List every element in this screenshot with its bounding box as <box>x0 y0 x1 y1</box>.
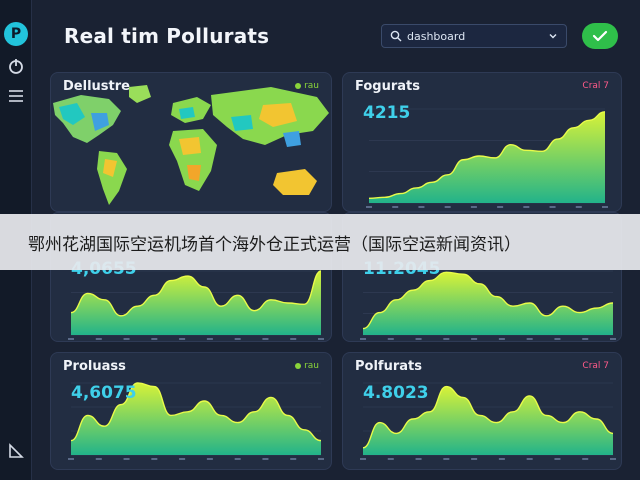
card-tag: Cral 7 <box>582 361 609 371</box>
axis-tick <box>471 458 478 460</box>
chart-card[interactable]: Polfurats Cral 7 4.8023 <box>342 352 622 470</box>
axis-tick <box>610 338 616 340</box>
axis-tick <box>443 458 450 460</box>
card-value: 4215 <box>363 103 411 123</box>
axis-tick <box>470 206 477 208</box>
tag-dot-icon <box>295 362 302 369</box>
axis-tick <box>575 206 582 208</box>
axis-tick <box>95 338 102 340</box>
axis-tick <box>318 338 324 340</box>
axis-tick <box>610 458 616 460</box>
axis-tick <box>290 338 297 340</box>
axis-tick <box>68 338 74 340</box>
search-input[interactable]: dashboard <box>407 30 548 43</box>
axis-tick <box>523 206 530 208</box>
axis-tick <box>498 458 505 460</box>
axis-tick <box>360 458 366 460</box>
axis-tick <box>549 206 556 208</box>
axis-tick <box>123 338 130 340</box>
axis-tick <box>497 206 504 208</box>
axis-tick <box>415 458 422 460</box>
axis-tick <box>387 338 394 340</box>
menu-icon[interactable] <box>7 87 25 105</box>
axis-tick <box>234 338 241 340</box>
axis-tick <box>554 458 561 460</box>
axis-tick <box>151 458 158 460</box>
chevron-down-icon[interactable] <box>548 31 558 41</box>
card-title: Fogurats <box>355 79 420 94</box>
card-tag-label: rau <box>304 361 319 371</box>
chart-corner-icon[interactable] <box>7 442 25 460</box>
axis-tick <box>179 458 186 460</box>
axis-tick <box>262 338 269 340</box>
card-title: Proluass <box>63 359 126 374</box>
axis-tick <box>526 338 533 340</box>
search-box[interactable]: dashboard <box>381 24 567 48</box>
axis-tick <box>151 338 158 340</box>
axis-tick <box>602 206 608 208</box>
confirm-button[interactable] <box>582 23 618 49</box>
news-banner[interactable]: 鄂州花湖国际空运机场首个海外仓正式运营（国际空运新闻资讯） <box>0 214 640 270</box>
logo-letter: P <box>10 26 22 42</box>
axis-tick <box>206 338 213 340</box>
page-title: Real tim Pollurats <box>64 24 270 48</box>
card-title: Polfurats <box>355 359 422 374</box>
area-fill <box>363 272 613 335</box>
card-tag-label: rau <box>304 81 319 91</box>
search-icon <box>390 30 402 42</box>
app-logo[interactable]: P <box>4 22 28 46</box>
chart-card[interactable]: Proluass rau 4,6075 <box>50 352 332 470</box>
axis-tick <box>471 338 478 340</box>
card-tag: rau <box>295 81 319 91</box>
check-icon <box>592 30 608 42</box>
power-icon[interactable] <box>7 57 25 75</box>
axis-tick <box>318 458 324 460</box>
card-tag: rau <box>295 361 319 371</box>
chart-card[interactable]: Fogurats Cral 7 4215 <box>342 72 622 212</box>
card-value: 4.8023 <box>363 383 429 403</box>
axis-tick <box>206 458 213 460</box>
axis-tick <box>526 458 533 460</box>
axis-tick <box>290 458 297 460</box>
axis-tick <box>582 338 589 340</box>
map-card[interactable]: Dellustre rau <box>50 72 332 212</box>
axis-tick <box>498 338 505 340</box>
card-tag: Cral 7 <box>582 81 609 91</box>
axis-tick <box>392 206 399 208</box>
card-value: 4,6075 <box>71 383 137 403</box>
tag-dot-icon <box>295 82 302 89</box>
axis-tick <box>234 458 241 460</box>
axis-tick <box>415 338 422 340</box>
axis-tick <box>443 338 450 340</box>
banner-text: 鄂州花湖国际空运机场首个海外仓正式运营（国际空运新闻资讯） <box>28 234 521 255</box>
axis-tick <box>95 458 102 460</box>
axis-tick <box>123 458 130 460</box>
axis-tick <box>444 206 451 208</box>
axis-tick <box>554 338 561 340</box>
card-title: Dellustre <box>63 79 130 94</box>
axis-tick <box>179 338 186 340</box>
axis-tick <box>387 458 394 460</box>
axis-tick <box>366 206 372 208</box>
axis-tick <box>418 206 425 208</box>
axis-tick <box>582 458 589 460</box>
axis-tick <box>262 458 269 460</box>
axis-tick <box>68 458 74 460</box>
axis-tick <box>360 338 366 340</box>
